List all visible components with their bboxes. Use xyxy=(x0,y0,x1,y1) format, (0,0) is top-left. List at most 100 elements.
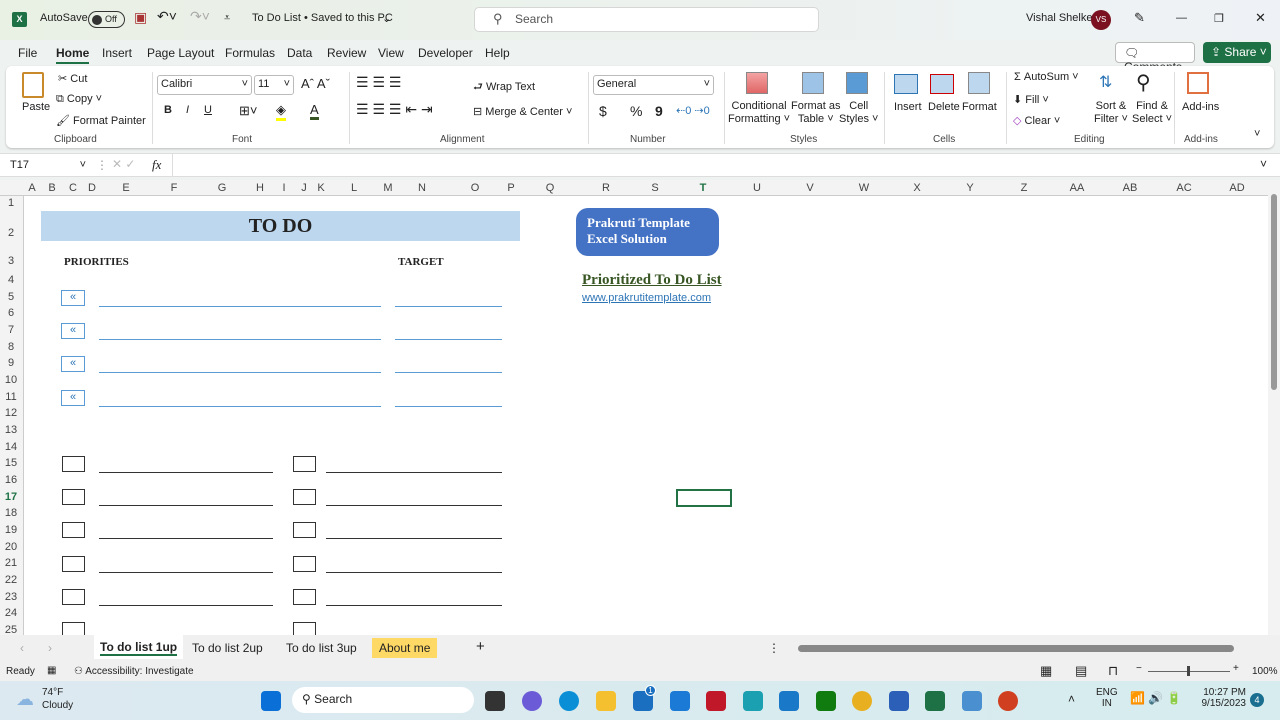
row-header-4[interactable]: 4 xyxy=(0,274,22,286)
wifi-volume-battery-icons[interactable]: 📶 🔊 🔋 xyxy=(1130,691,1182,705)
l-app-icon[interactable] xyxy=(670,691,690,711)
share-button[interactable]: ⇪ Share ˅ xyxy=(1203,42,1271,63)
document-title[interactable]: To Do List • Saved to this PC xyxy=(252,12,393,24)
currency-button[interactable]: $ xyxy=(599,103,607,119)
chevron-down-icon[interactable]: ⌄ xyxy=(382,12,391,25)
task-checkbox[interactable] xyxy=(62,622,85,635)
column-header-N[interactable]: N xyxy=(418,182,426,194)
task-line[interactable] xyxy=(99,505,273,506)
tab-about-me[interactable]: About me xyxy=(372,638,438,658)
edge-icon[interactable] xyxy=(559,691,579,711)
target-line[interactable] xyxy=(395,306,502,307)
menu-insert[interactable]: Insert xyxy=(102,46,132,60)
task-line[interactable] xyxy=(99,572,273,573)
wrap-text-button[interactable]: ⮐ Wrap Text xyxy=(473,78,535,97)
row-header-24[interactable]: 24 xyxy=(0,607,22,619)
menu-page-layout[interactable]: Page Layout xyxy=(147,46,214,60)
format-as-table-button[interactable]: Format as Table ˅ xyxy=(791,100,841,126)
column-header-Q[interactable]: Q xyxy=(546,182,555,194)
selected-cell-t17[interactable] xyxy=(676,489,732,507)
target-line[interactable] xyxy=(395,339,502,340)
zoom-slider[interactable]: − + xyxy=(1136,663,1241,677)
row-header-10[interactable]: 10 xyxy=(0,374,22,386)
row-header-14[interactable]: 14 xyxy=(0,441,22,453)
row-header-23[interactable]: 23 xyxy=(0,591,22,603)
row-header-16[interactable]: 16 xyxy=(0,474,22,486)
website-link[interactable]: www.prakrutitemplate.com xyxy=(582,292,711,304)
menu-file[interactable]: File xyxy=(18,46,37,60)
macro-record-icon[interactable]: ▦ xyxy=(47,665,56,676)
expand-formula-icon[interactable]: ˅ xyxy=(1260,157,1267,171)
task-checkbox[interactable] xyxy=(62,589,85,605)
format-cells-button[interactable]: Format xyxy=(962,101,997,113)
addins-button[interactable]: Add-ins xyxy=(1182,101,1219,113)
row-header-15[interactable]: 15 xyxy=(0,457,22,469)
notepad-icon[interactable] xyxy=(962,691,982,711)
teams-icon[interactable] xyxy=(522,691,542,711)
column-header-D[interactable]: D xyxy=(88,182,96,194)
menu-review[interactable]: Review xyxy=(327,46,366,60)
cell-styles-button[interactable]: Cell Styles ˅ xyxy=(839,100,878,126)
mcafee-icon[interactable] xyxy=(706,691,726,711)
priority-line[interactable] xyxy=(99,339,381,340)
weather-temp[interactable]: 74°F xyxy=(42,687,63,698)
undo-icon[interactable]: ↶˅ xyxy=(157,8,177,25)
pen-icon[interactable]: ✎ xyxy=(1134,10,1145,26)
task-line[interactable] xyxy=(326,505,502,506)
word-icon[interactable] xyxy=(889,691,909,711)
autosum-button[interactable]: Σ AutoSum ˅ xyxy=(1014,71,1079,83)
find-select-icon[interactable]: ⚲ xyxy=(1136,70,1151,95)
task-view-icon[interactable] xyxy=(485,691,505,711)
priority-line[interactable] xyxy=(99,372,381,373)
copy-button[interactable]: ⧉ Copy ˅ xyxy=(56,93,102,106)
priority-arrow-button[interactable]: « xyxy=(61,356,85,372)
tab-to-do-list-3up[interactable]: To do list 3up xyxy=(286,641,357,655)
customize-qat-icon[interactable]: ⩡ xyxy=(224,12,230,25)
bold-button[interactable]: B xyxy=(164,104,172,116)
task-line[interactable] xyxy=(99,472,273,473)
cancel-check-icons[interactable]: ✕ ✓ xyxy=(112,157,135,171)
task-line[interactable] xyxy=(99,538,273,539)
column-header-AA[interactable]: AA xyxy=(1070,182,1085,194)
merge-center-button[interactable]: ⊟ Merge & Center ˅ xyxy=(473,105,572,118)
zoom-level[interactable]: 100% xyxy=(1252,666,1278,677)
save-icon[interactable]: ▣ xyxy=(134,9,147,26)
row-header-7[interactable]: 7 xyxy=(0,324,22,336)
row-header-8[interactable]: 8 xyxy=(0,341,22,353)
column-header-E[interactable]: E xyxy=(122,182,129,194)
target-line[interactable] xyxy=(395,372,502,373)
delete-cells-icon[interactable] xyxy=(930,74,954,94)
row-header-9[interactable]: 9 xyxy=(0,357,22,369)
comments-button[interactable]: 🗨 Comments xyxy=(1115,42,1195,74)
font-size-dropdown[interactable]: 11 ˅ xyxy=(254,75,294,95)
font-color-icon[interactable]: A xyxy=(310,102,319,120)
alexa-icon[interactable] xyxy=(743,691,763,711)
task-checkbox[interactable] xyxy=(62,489,85,505)
normal-view-icon[interactable]: ▦ xyxy=(1040,663,1052,679)
underline-button[interactable]: U xyxy=(204,104,212,116)
row-header-18[interactable]: 18 xyxy=(0,507,22,519)
task-line[interactable] xyxy=(326,538,502,539)
sort-filter-icon[interactable]: ⇅ xyxy=(1099,72,1112,92)
task-checkbox[interactable] xyxy=(293,622,316,635)
row-header-13[interactable]: 13 xyxy=(0,424,22,436)
insert-cells-button[interactable]: Insert xyxy=(894,101,922,113)
horizontal-scrollbar[interactable] xyxy=(788,644,1263,654)
autosave-toggle[interactable]: Off xyxy=(88,11,125,28)
prev-sheet-icon[interactable]: ‹ xyxy=(20,641,24,655)
excel-taskbar-icon[interactable] xyxy=(925,691,945,711)
comma-button[interactable]: 9 xyxy=(655,103,663,119)
column-header-AD[interactable]: AD xyxy=(1229,182,1244,194)
task-line[interactable] xyxy=(99,605,273,606)
column-header-Y[interactable]: Y xyxy=(966,182,973,194)
add-sheet-icon[interactable]: + xyxy=(476,638,485,655)
column-header-H[interactable]: H xyxy=(256,182,264,194)
menu-home[interactable]: Home xyxy=(56,46,90,64)
task-checkbox[interactable] xyxy=(62,522,85,538)
column-header-B[interactable]: B xyxy=(48,182,55,194)
column-header-I[interactable]: I xyxy=(282,182,285,194)
conditional-formatting-button[interactable]: Conditional Formatting ˅ xyxy=(728,100,790,126)
formula-input[interactable] xyxy=(172,154,1257,176)
row-header-5[interactable]: 5 xyxy=(0,291,22,303)
menu-developer[interactable]: Developer xyxy=(418,46,473,60)
